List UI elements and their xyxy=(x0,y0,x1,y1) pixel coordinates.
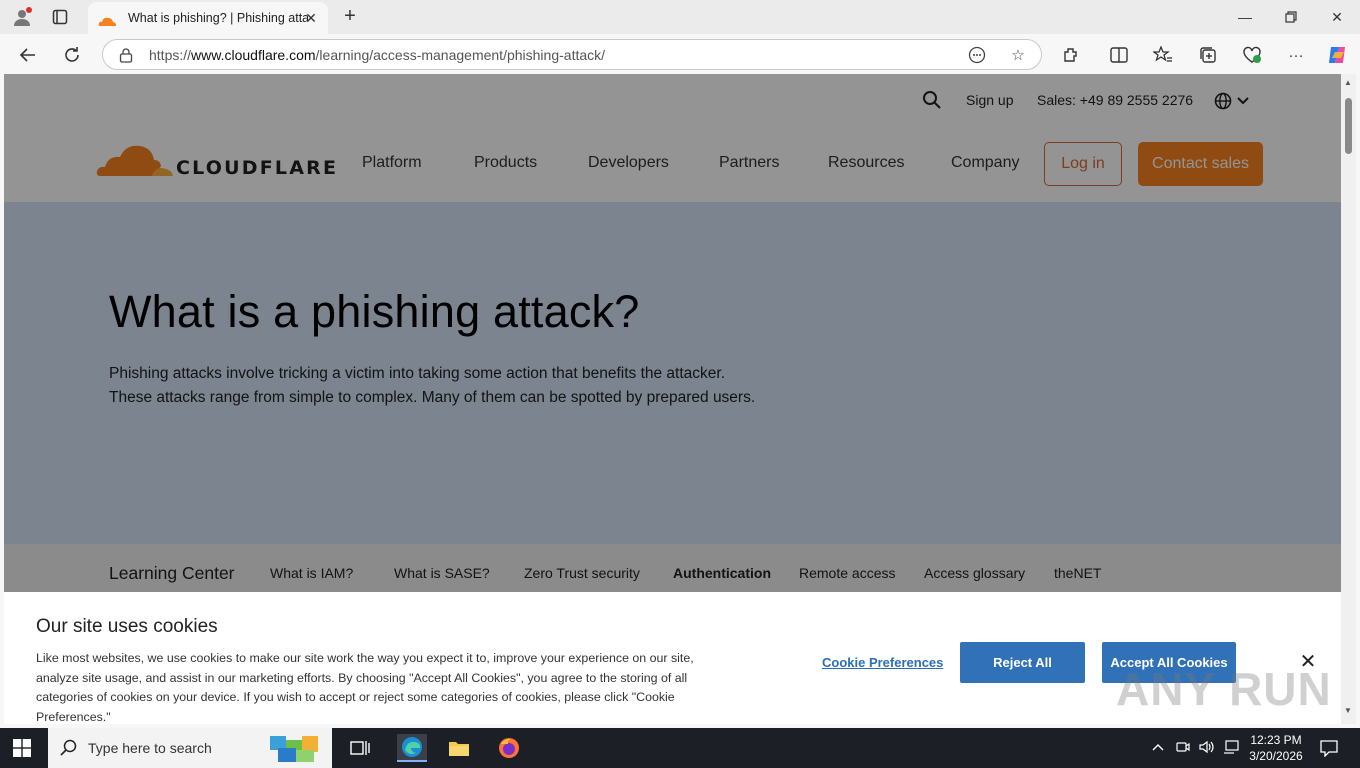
cloud-logo-icon xyxy=(96,145,173,176)
url-prefix: https:// xyxy=(149,47,192,63)
cookie-banner-text: Like most websites, we use cookies to ma… xyxy=(36,651,694,724)
contact-sales-button[interactable]: Contact sales xyxy=(1138,142,1263,186)
site-search-icon[interactable] xyxy=(922,90,942,110)
profile-icon[interactable] xyxy=(10,5,34,29)
nav-products[interactable]: Products xyxy=(474,154,537,172)
nav-developers[interactable]: Developers xyxy=(588,154,669,172)
notifications-icon[interactable] xyxy=(1320,739,1338,760)
copilot-icon[interactable] xyxy=(1326,44,1348,66)
url-domain: www.cloudflare.com xyxy=(191,47,316,63)
chevron-down-icon xyxy=(1237,97,1249,105)
lc-link-sase[interactable]: What is SASE? xyxy=(394,565,490,581)
anyrun-watermark: ANY RUN xyxy=(1116,663,1332,715)
tab-title: What is phishing? | Phishing attac xyxy=(128,11,308,25)
split-screen-icon[interactable] xyxy=(1108,44,1130,66)
page-scrollbar[interactable]: ▲ ▼ xyxy=(1341,74,1356,724)
reader-mode-icon[interactable] xyxy=(967,45,987,65)
taskbar-search-box[interactable]: Type here to search xyxy=(48,728,332,768)
lc-link-remote-access[interactable]: Remote access xyxy=(799,565,895,581)
clock-date: 3/20/2026 xyxy=(1249,749,1303,763)
windows-start-icon[interactable] xyxy=(13,739,31,757)
page-title: What is a phishing attack? xyxy=(109,286,640,337)
firefox-icon[interactable] xyxy=(495,734,523,762)
hero-section: What is a phishing attack? Phishing atta… xyxy=(4,202,1341,544)
new-tab-icon[interactable]: + xyxy=(338,5,362,29)
minimize-icon[interactable]: — xyxy=(1230,5,1260,29)
extensions-icon[interactable] xyxy=(1060,44,1082,66)
favorite-star-icon[interactable]: ☆ xyxy=(1008,45,1028,65)
favorites-icon[interactable] xyxy=(1152,44,1174,66)
lc-link-access-glossary[interactable]: Access glossary xyxy=(924,565,1025,581)
nav-platform[interactable]: Platform xyxy=(362,154,422,172)
cookie-preferences-link[interactable]: Cookie Preferences xyxy=(822,655,943,670)
more-options-icon[interactable]: ··· xyxy=(1285,44,1307,66)
url-text[interactable]: https://www.cloudflare.com/learning/acce… xyxy=(149,47,605,63)
meet-now-icon[interactable] xyxy=(1176,740,1190,757)
restore-icon[interactable] xyxy=(1276,5,1306,29)
nav-company[interactable]: Company xyxy=(951,154,1019,172)
language-selector[interactable] xyxy=(1214,91,1250,111)
globe-icon xyxy=(1214,92,1232,110)
lc-link-authentication[interactable]: Authentication xyxy=(673,565,771,581)
scroll-down-icon[interactable]: ▼ xyxy=(1344,706,1352,715)
url-path: /learning/access-management/phishing-att… xyxy=(315,47,606,63)
refresh-icon[interactable] xyxy=(59,42,85,68)
cloudflare-logo[interactable]: CLOUDFLARE xyxy=(96,140,336,180)
network-icon[interactable] xyxy=(1223,740,1239,757)
sign-up-link[interactable]: Sign up xyxy=(966,92,1013,112)
search-icon xyxy=(60,739,77,756)
lc-link-zero-trust[interactable]: Zero Trust security xyxy=(524,565,640,581)
url-bar[interactable]: https://www.cloudflare.com/learning/acce… xyxy=(102,39,1042,70)
lock-icon[interactable] xyxy=(119,47,133,63)
lc-link-iam[interactable]: What is IAM? xyxy=(270,565,353,581)
tab-strip: What is phishing? | Phishing attac ✕ + —… xyxy=(0,0,1360,34)
sales-phone[interactable]: Sales: +49 89 2555 2276 xyxy=(1037,92,1193,112)
taskbar-search-placeholder: Type here to search xyxy=(88,740,212,756)
learning-center-title[interactable]: Learning Center xyxy=(109,563,235,584)
edge-taskbar-icon[interactable] xyxy=(397,734,427,762)
scroll-up-icon[interactable]: ▲ xyxy=(1344,78,1352,87)
lc-link-thenet[interactable]: theNET xyxy=(1054,565,1101,581)
tray-overflow-icon[interactable] xyxy=(1152,740,1164,755)
browser-tab-active[interactable]: What is phishing? | Phishing attac ✕ xyxy=(88,2,328,34)
search-highlight-puzzle-icon xyxy=(270,736,318,762)
address-toolbar: https://www.cloudflare.com/learning/acce… xyxy=(0,34,1360,74)
file-explorer-icon[interactable] xyxy=(445,734,473,762)
close-window-icon[interactable]: ✕ xyxy=(1322,5,1352,29)
tab-actions-icon[interactable] xyxy=(48,5,72,29)
task-view-icon[interactable] xyxy=(346,734,374,762)
nav-resources[interactable]: Resources xyxy=(828,154,904,172)
windows-taskbar: Type here to search 12:23 PM 3/20/2026 xyxy=(0,728,1360,768)
reject-all-button[interactable]: Reject All xyxy=(960,642,1085,683)
scrollbar-thumb[interactable] xyxy=(1345,98,1352,154)
hero-description: Phishing attacks involve tricking a vict… xyxy=(109,365,756,406)
log-in-button[interactable]: Log in xyxy=(1044,142,1122,186)
cookie-banner: Our site uses cookies Like most websites… xyxy=(4,592,1341,724)
system-clock[interactable]: 12:23 PM 3/20/2026 xyxy=(1246,732,1306,764)
back-arrow-icon[interactable] xyxy=(15,42,41,68)
volume-icon[interactable] xyxy=(1199,740,1215,757)
cookie-banner-title: Our site uses cookies xyxy=(36,616,218,637)
cloudflare-favicon-icon xyxy=(98,13,116,26)
logo-wordmark: CLOUDFLARE xyxy=(176,157,339,179)
browser-essentials-icon[interactable] xyxy=(1241,44,1263,66)
main-navigation: CLOUDFLARE Platform Products Developers … xyxy=(4,138,1341,198)
nav-partners[interactable]: Partners xyxy=(719,154,779,172)
close-tab-icon[interactable]: ✕ xyxy=(302,9,320,27)
collections-icon[interactable] xyxy=(1197,44,1219,66)
clock-time: 12:23 PM xyxy=(1250,733,1302,747)
